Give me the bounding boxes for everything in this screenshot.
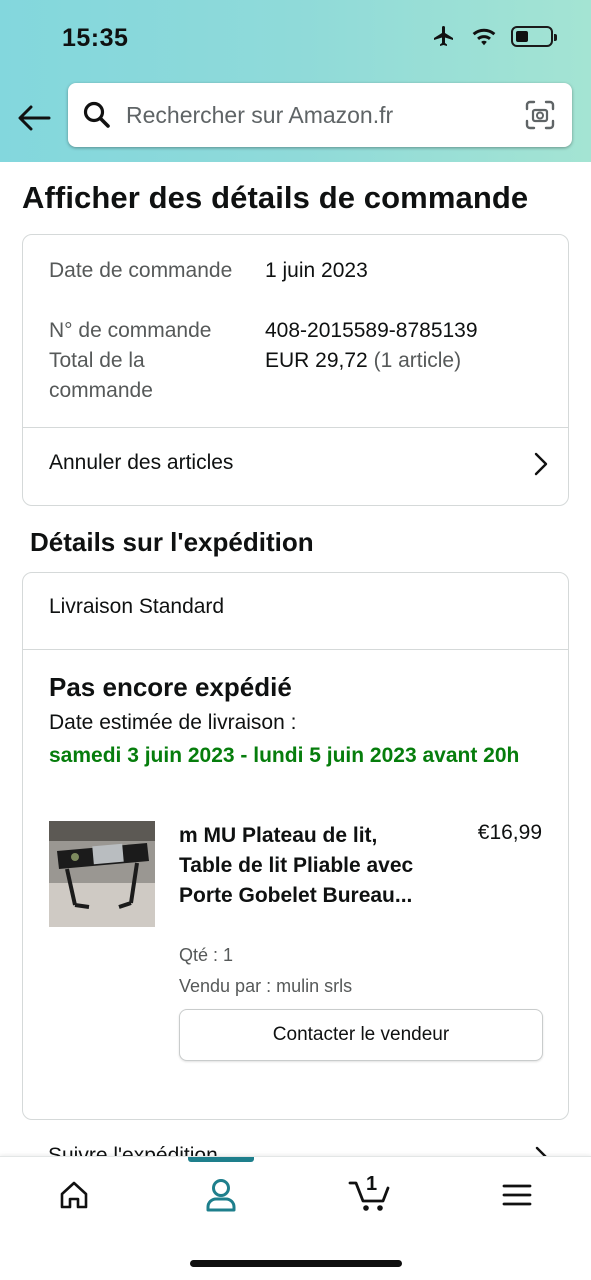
divider: [23, 427, 568, 428]
app-header: 15:35: [0, 0, 591, 162]
cancel-items-link[interactable]: Annuler des articles: [49, 451, 233, 475]
home-icon: [60, 1181, 88, 1209]
order-number-label: N° de commande: [49, 319, 212, 342]
nav-menu[interactable]: [487, 1175, 547, 1215]
airplane-icon: [434, 26, 453, 46]
search-bar[interactable]: [68, 83, 572, 147]
order-date-value: 1 juin 2023: [265, 259, 368, 282]
menu-icon: [502, 1184, 532, 1206]
search-input[interactable]: [124, 100, 504, 130]
order-number-value: 408-2015589-8785139: [265, 319, 478, 342]
product-title[interactable]: m MU Plateau de lit, Table de lit Pliabl…: [179, 821, 419, 911]
arrow-left-icon: [18, 105, 51, 131]
nav-home[interactable]: [44, 1175, 104, 1215]
product-price: €16,99: [477, 821, 542, 844]
order-total-items: (1 article): [373, 349, 462, 372]
back-button[interactable]: [14, 98, 54, 138]
shipment-card: Livraison Standard Pas encore expédié Da…: [22, 572, 569, 1120]
order-total-value: EUR 29,72 (1 article): [265, 346, 461, 376]
search-icon: [82, 100, 112, 130]
contact-seller-button[interactable]: Contacter le vendeur: [179, 1009, 543, 1061]
wifi-icon: [472, 28, 496, 46]
delivery-estimate-label: Date estimée de livraison :: [49, 711, 297, 734]
shipment-status: Pas encore expédié: [49, 672, 292, 702]
shipping-method: Livraison Standard: [49, 595, 225, 618]
product-image[interactable]: [49, 821, 155, 927]
home-indicator: [190, 1260, 402, 1267]
divider: [23, 649, 568, 650]
order-total-label: Total de la commande: [49, 349, 153, 402]
product-seller: Vendu par : mulin srls: [179, 976, 353, 996]
camera-scan-icon[interactable]: [524, 99, 556, 131]
nav-account[interactable]: [191, 1175, 251, 1215]
shipping-section-title: Détails sur l'expédition: [30, 527, 314, 557]
user-icon: [206, 1179, 236, 1212]
status-icons: [431, 24, 557, 48]
battery-icon: [511, 25, 557, 47]
nav-active-indicator: [188, 1157, 254, 1162]
delivery-estimate-value: samedi 3 juin 2023 - lundi 5 juin 2023 a…: [49, 744, 520, 767]
product-quantity: Qté : 1: [179, 945, 234, 965]
page-title: Afficher des détails de commande: [22, 180, 529, 215]
status-time: 15:35: [62, 24, 129, 52]
chevron-right-icon[interactable]: [534, 452, 548, 476]
order-summary-card: Date de commande 1 juin 2023 N° de comma…: [22, 234, 569, 506]
order-date-label: Date de commande: [49, 259, 233, 282]
order-total-amount: EUR 29,72: [265, 349, 368, 372]
cart-count-badge: 1: [366, 1173, 378, 1195]
